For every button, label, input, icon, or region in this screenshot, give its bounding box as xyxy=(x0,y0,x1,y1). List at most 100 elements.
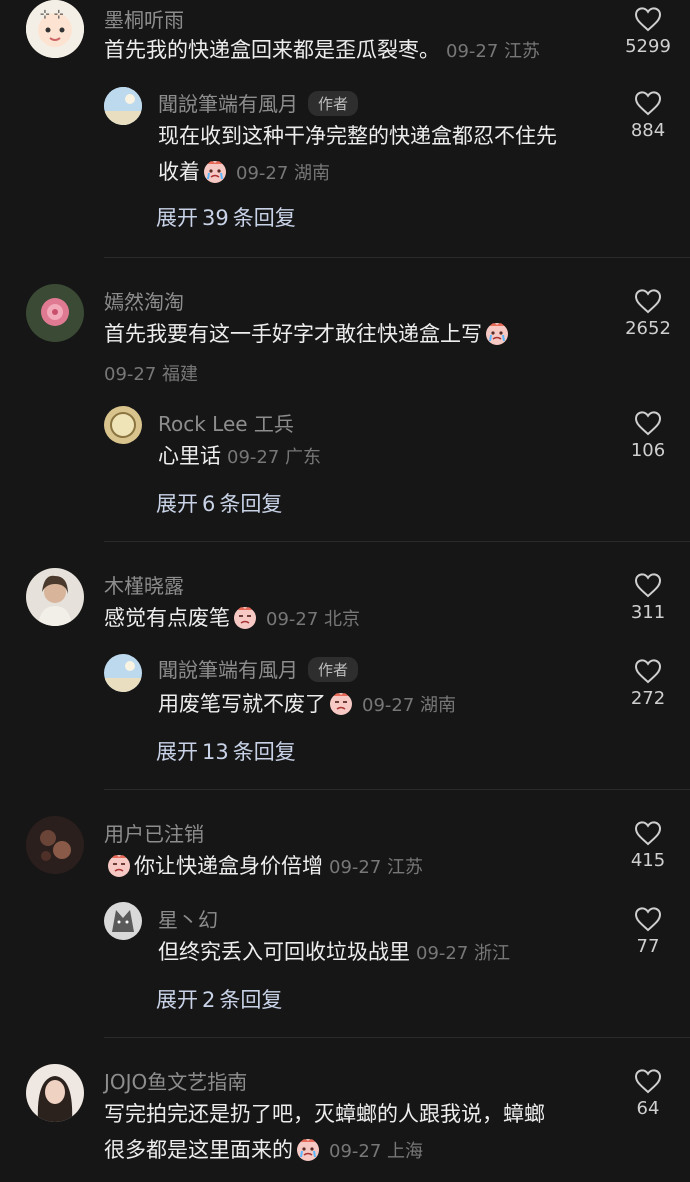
comment-meta: 09-27 北京 xyxy=(266,609,361,630)
comment-thread: ⊹ ⊹ 墨桐听雨 首先我的快递盒回来都是歪瓜裂枣。 09-27 江苏 5299 聞… xyxy=(0,0,690,258)
heart-icon[interactable] xyxy=(634,658,662,684)
reply-username[interactable]: 星丶幻 xyxy=(158,904,218,933)
avatar-badge-icon xyxy=(104,406,142,444)
reply-body-line2: 收着 xyxy=(158,160,200,184)
comment-username[interactable]: 用户已注销 xyxy=(104,818,204,847)
expand-replies-button[interactable]: 展开 39 条回复 xyxy=(156,202,300,232)
like-count: 106 xyxy=(630,440,666,461)
reply-username[interactable]: 聞說筆端有風月 作者 xyxy=(158,88,359,117)
comment-text: 首先我的快递盒回来都是歪瓜裂枣。 09-27 江苏 xyxy=(104,32,604,70)
expand-label: 展开 xyxy=(156,206,198,230)
heart-icon[interactable] xyxy=(634,90,662,116)
reply-text: 但终究丢入可回收垃圾战里 09-27 浙江 xyxy=(158,934,598,972)
comment-meta: 09-27 江苏 xyxy=(329,857,424,878)
heart-icon[interactable] xyxy=(634,906,662,932)
like-count: 311 xyxy=(630,602,666,623)
heart-icon[interactable] xyxy=(634,820,662,846)
comment-body: 首先我要有这一手好字才敢往快递盒上写 xyxy=(104,322,482,346)
comment-thread: 木槿晓露 感觉有点废笔 09-27 北京 311 聞說筆端有風月 作者 用废笔写就不… xyxy=(0,542,690,790)
like-button[interactable]: 272 xyxy=(620,658,676,709)
comment-username[interactable]: JOJO鱼文艺指南 xyxy=(104,1066,247,1095)
like-button[interactable]: 884 xyxy=(620,90,676,141)
author-tag: 作者 xyxy=(308,657,359,682)
comment-meta: 09-27 江苏 xyxy=(446,41,541,62)
heart-icon[interactable] xyxy=(634,1068,662,1094)
comment-username[interactable]: 嫣然淘淘 xyxy=(104,286,184,315)
comment-body: 感觉有点废笔 xyxy=(104,606,230,630)
svg-text:⊹ ⊹: ⊹ ⊹ xyxy=(40,7,64,21)
like-button[interactable]: 415 xyxy=(620,820,676,871)
reply-meta: 09-27 广东 xyxy=(227,447,322,468)
avatar[interactable]: ⊹ ⊹ xyxy=(26,0,84,58)
comment-body-line1: 写完拍完还是扔了吧，灭蟑螂的人跟我说，蟑螂 xyxy=(104,1102,545,1126)
avatar-portrait-icon xyxy=(26,1064,84,1122)
avatar-rose-icon xyxy=(26,284,84,342)
heart-icon[interactable] xyxy=(634,288,662,314)
avatar-cartoon-icon: ⊹ ⊹ xyxy=(26,0,84,58)
reply-username[interactable]: 聞說筆端有風月 作者 xyxy=(158,654,359,683)
comment-body: 首先我的快递盒回来都是歪瓜裂枣。 xyxy=(104,38,440,62)
expand-count: 39 xyxy=(202,206,229,230)
avatar[interactable] xyxy=(26,568,84,626)
reply-meta: 09-27 浙江 xyxy=(416,943,511,964)
avatar-landscape-icon xyxy=(104,654,142,692)
sad-emoji-icon xyxy=(328,690,354,716)
heart-icon[interactable] xyxy=(634,572,662,598)
avatar[interactable] xyxy=(26,816,84,874)
reply-username[interactable]: Rock Lee 工兵 xyxy=(158,408,294,437)
comment-body-line2-wrap: 很多都是这里面来的 09-27 上海 xyxy=(104,1132,604,1170)
expand-suffix: 条回复 xyxy=(219,492,283,516)
like-count: 272 xyxy=(630,688,666,709)
like-button[interactable]: 2652 xyxy=(620,288,676,339)
like-count: 2652 xyxy=(625,318,671,339)
expand-suffix: 条回复 xyxy=(232,206,296,230)
avatar-portrait-icon xyxy=(26,568,84,626)
comment-body-line2: 很多都是这里面来的 xyxy=(104,1138,293,1162)
heart-icon[interactable] xyxy=(634,6,662,32)
avatar[interactable] xyxy=(104,406,142,444)
expand-replies-button[interactable]: 展开 13 条回复 xyxy=(156,736,300,766)
comment-meta: 09-27 上海 xyxy=(329,1141,424,1162)
avatar[interactable] xyxy=(104,902,142,940)
like-count: 5299 xyxy=(625,36,671,57)
comment-thread: 用户已注销 你让快递盒身价倍增 09-27 江苏 415 星丶幻 但终究丢入可回收… xyxy=(0,790,690,1038)
reply-username-text: 聞說筆端有風月 xyxy=(158,658,298,682)
like-count: 884 xyxy=(630,120,666,141)
comment-username[interactable]: 木槿晓露 xyxy=(104,570,184,599)
comment-thread: JOJO鱼文艺指南 写完拍完还是扔了吧，灭蟑螂的人跟我说，蟑螂 很多都是这里面来… xyxy=(0,1038,690,1182)
reply-text: 现在收到这种干净完整的快递盒都忍不住先 收着 09-27 湖南 xyxy=(158,118,618,192)
avatar[interactable] xyxy=(26,284,84,342)
reply-body-line2-wrap: 收着 09-27 湖南 xyxy=(158,154,618,192)
crying-emoji-icon xyxy=(484,320,510,346)
reply-body-line1: 现在收到这种干净完整的快递盒都忍不住先 xyxy=(158,124,557,148)
avatar[interactable] xyxy=(104,87,142,125)
like-button[interactable]: 64 xyxy=(620,1068,676,1119)
reply-meta: 09-27 湖南 xyxy=(362,695,457,716)
expand-label: 展开 xyxy=(156,492,198,516)
comment-text: 你让快递盒身价倍增 09-27 江苏 xyxy=(104,848,604,886)
heart-icon[interactable] xyxy=(634,410,662,436)
comment-username[interactable]: 墨桐听雨 xyxy=(104,4,184,33)
avatar[interactable] xyxy=(26,1064,84,1122)
like-button[interactable]: 106 xyxy=(620,410,676,461)
comment-meta: 09-27 福建 xyxy=(104,364,199,385)
like-button[interactable]: 5299 xyxy=(620,6,676,57)
avatar-landscape-icon xyxy=(104,87,142,125)
reply-username-text: 聞說筆端有風月 xyxy=(158,92,298,116)
like-button[interactable]: 77 xyxy=(620,906,676,957)
expand-replies-button[interactable]: 展开 6 条回复 xyxy=(156,488,286,518)
sad-emoji-icon xyxy=(232,604,258,630)
reply-text: 心里话 09-27 广东 xyxy=(158,438,598,476)
like-count: 77 xyxy=(636,936,660,957)
crying-emoji-icon xyxy=(202,158,228,184)
expand-replies-button[interactable]: 展开 2 条回复 xyxy=(156,984,286,1014)
avatar-wolf-icon xyxy=(104,902,142,940)
avatar[interactable] xyxy=(104,654,142,692)
avatar-dark-flower-icon xyxy=(26,816,84,874)
expand-count: 2 xyxy=(202,988,216,1012)
comment-text: 写完拍完还是扔了吧，灭蟑螂的人跟我说，蟑螂 很多都是这里面来的 09-27 上海 xyxy=(104,1096,604,1170)
like-count: 415 xyxy=(630,850,666,871)
comment-text: 首先我要有这一手好字才敢往快递盒上写 xyxy=(104,316,624,352)
reply-body: 用废笔写就不废了 xyxy=(158,692,326,716)
like-button[interactable]: 311 xyxy=(620,572,676,623)
